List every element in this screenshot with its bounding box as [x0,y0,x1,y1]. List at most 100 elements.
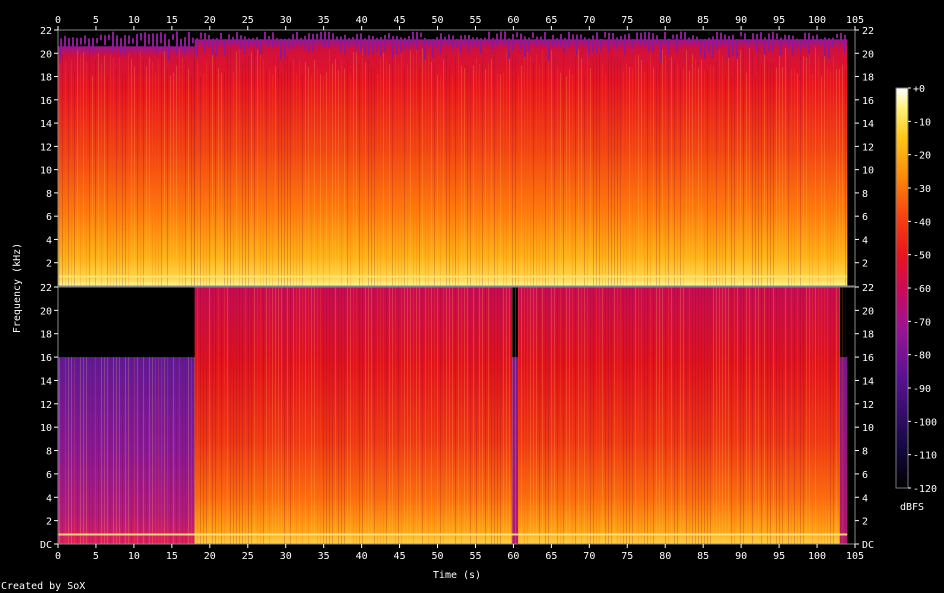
frame-streak [569,69,570,286]
x-axis-top: 0 5 10 15 20 25 30 35 40 45 50 55 60 65 70 75 80 85 90 95 10… [55,15,864,30]
hf-spike [580,34,582,39]
hf-spike [88,38,90,49]
frame-streak [545,61,546,286]
frame-streak [539,66,540,286]
hf-spike [728,35,730,58]
frame-streak [305,61,306,287]
frame-streak [473,287,474,544]
hf-spike [136,34,138,50]
frame-streak [845,287,846,544]
frame-streak [419,68,420,286]
frame-streak [173,357,174,544]
frame-streak [389,63,390,286]
y-tick-label-right: 4 [862,235,868,246]
hf-spike [548,39,550,61]
frame-streak [449,287,450,544]
frame-streak [674,61,675,286]
frame-streak [608,57,609,286]
low-freq-band [58,533,848,536]
frame-streak [101,63,102,286]
frame-streak [539,287,540,544]
frame-streak [686,287,687,544]
y-tick-label-left: 20 [40,49,52,60]
frame-streak [794,287,795,544]
frame-streak [668,60,669,286]
hf-spike [612,33,614,44]
hf-spike [144,32,146,50]
hf-spike [256,37,258,49]
hf-spike [152,33,154,48]
frame-streak [455,287,456,544]
hf-spike [252,37,254,44]
frame-streak [299,287,300,544]
hf-spike [736,39,738,59]
frame-streak [443,287,444,544]
frame-streak [233,71,234,286]
frame-streak [536,53,537,287]
hf-spike [716,32,718,50]
frame-streak [488,62,489,286]
frame-streak [824,287,825,544]
frame-streak [374,68,375,286]
frame-streak [830,71,831,287]
frame-streak [278,287,279,544]
frame-streak [545,287,546,544]
frame-streak [713,65,714,287]
hf-spike [616,37,618,50]
hf-spike [508,38,510,59]
frame-streak [428,287,429,544]
frame-streak [746,72,747,286]
hf-spike [544,32,546,46]
colorbar-gradient [895,87,909,489]
frame-streak [512,287,513,544]
spectro-segment-1 [58,357,195,544]
frame-streak [836,69,837,286]
frame-streak [719,50,720,286]
frame-streak [323,76,324,286]
x-tick-label-bottom: 45 [394,551,406,562]
frame-streak [260,50,261,286]
frame-streak [737,287,738,544]
hf-spike [804,32,806,48]
frame-streak [230,48,231,287]
frame-streak [485,287,486,544]
y-tick-label-left: 16 [40,353,52,364]
y-tick-label-right: 20 [862,306,874,317]
frame-streak [119,57,120,286]
hf-spike [196,38,198,57]
frame-streak [386,59,387,287]
frame-streak [647,61,648,286]
hf-spike [820,38,822,45]
hf-spike [440,33,442,55]
x-axis-bottom: 0 5 10 15 20 25 30 35 40 45 50 55 60 65 70 75 80 85 90 95 10… [55,544,864,562]
hf-spike [260,39,262,54]
frame-streak [707,287,708,544]
frame-streak [149,357,150,544]
hf-spike [840,32,842,42]
frame-streak [239,48,240,287]
colorbar-tick-label: -40 [913,217,931,228]
frame-streak [587,51,588,287]
frame-streak [341,287,342,544]
frame-streak [797,287,798,544]
frame-streak [365,287,366,544]
frame-streak [548,287,549,544]
frame-streak [623,71,624,286]
hf-spike [64,35,66,49]
frame-streak [743,287,744,544]
frame-streak [824,53,825,286]
frame-streak [383,52,384,286]
frame-streak [701,59,702,287]
hf-spike [316,33,318,40]
frame-streak [773,63,774,286]
frame-streak [659,60,660,286]
frame-streak [173,72,174,286]
frame-streak [407,287,408,544]
frame-streak [620,287,621,544]
frame-streak [215,287,216,544]
frame-streak [80,357,81,544]
hf-spike [364,38,366,55]
x-tick-label-top: 50 [432,15,444,26]
frame-streak [575,287,576,544]
hf-spike [688,37,690,43]
